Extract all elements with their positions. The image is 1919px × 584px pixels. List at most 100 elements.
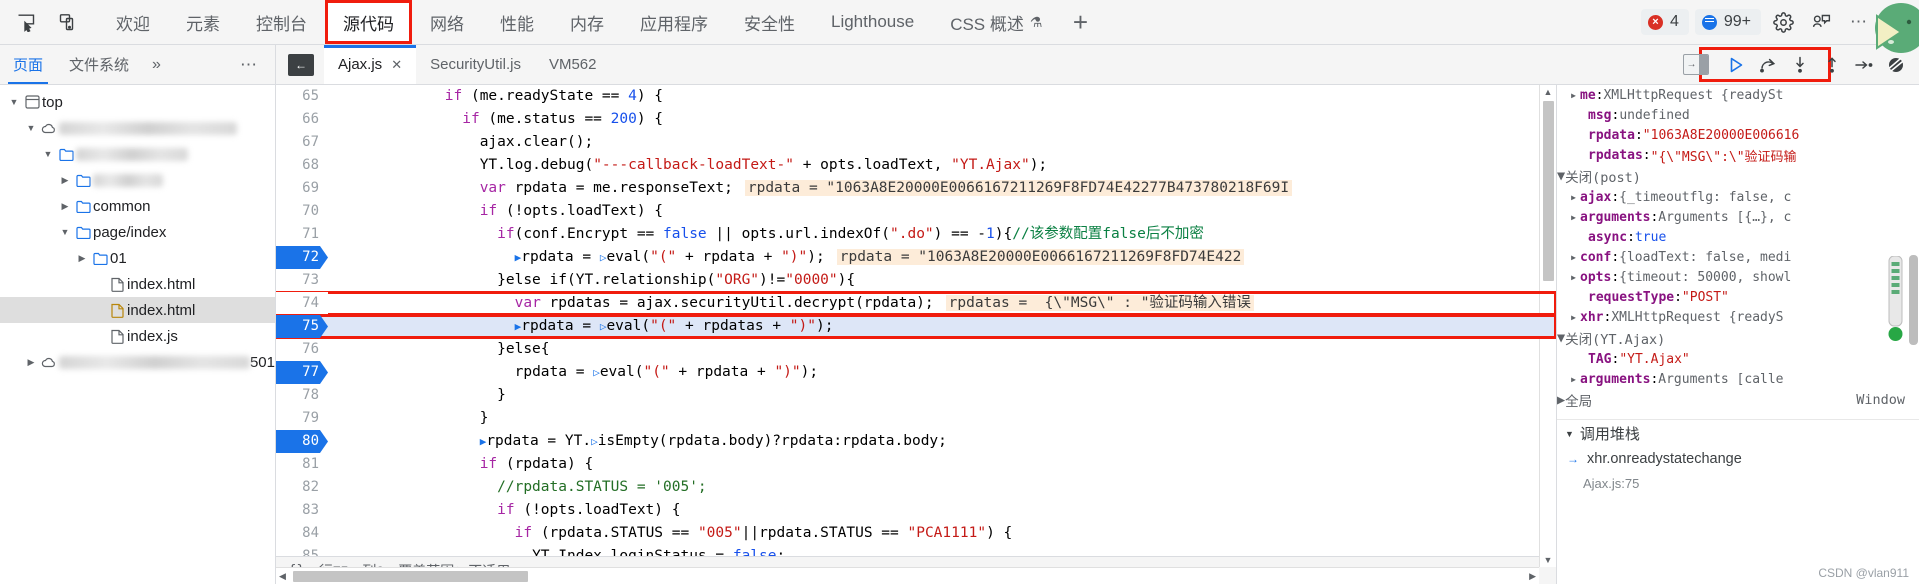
scope-property-row[interactable]: rpdatas: "{\"MSG\":\"验证码输 — [1557, 145, 1919, 165]
chevron-right-icon[interactable]: ▶ — [1557, 392, 1565, 408]
tree-item[interactable]: ▶ 01 — [0, 245, 275, 271]
breakpoint-marker[interactable]: 75 — [276, 315, 328, 338]
message-count-badge[interactable]: 99+ — [1694, 9, 1761, 35]
line-number[interactable]: 69 — [276, 177, 328, 200]
navigate-back-icon[interactable]: ← — [288, 53, 314, 76]
chevron-right-icon[interactable]: ▶ — [57, 201, 73, 212]
line-number[interactable]: 70 — [276, 200, 328, 223]
horizontal-scroll-thumb[interactable] — [292, 570, 528, 582]
scope-group-global[interactable]: ▶ 全局 Window — [1557, 389, 1919, 411]
chevron-right-icon[interactable]: ▶ — [23, 357, 39, 368]
line-number[interactable]: 68 — [276, 154, 328, 177]
editor-tab-securityutil-js[interactable]: SecurityUtil.js — [416, 45, 535, 84]
tab-lighthouse[interactable]: Lighthouse — [813, 0, 932, 44]
sidebar-scroll-thumb[interactable] — [1909, 255, 1918, 345]
scope-property-row[interactable]: ▶ opts: {timeout: 50000, showl — [1557, 267, 1919, 287]
expand-arrow-icon[interactable]: ▶ — [1567, 91, 1580, 100]
scope-property-row[interactable]: ▶ me: XMLHttpRequest {readySt — [1557, 85, 1919, 105]
scope-group-closure-ytajax[interactable]: ▼ 关闭(YT.Ajax) — [1557, 327, 1919, 349]
line-number[interactable]: 81 — [276, 453, 328, 476]
call-stack-frame[interactable]: Ajax.js:75 — [1557, 471, 1919, 495]
inspect-element-icon[interactable] — [12, 8, 40, 36]
call-stack-frame[interactable]: → xhr.onreadystatechange — [1557, 447, 1919, 471]
code-line[interactable]: 68 YT.log.debug("---callback-loadText-" … — [276, 154, 1556, 177]
code-line[interactable]: 72 ▶rpdata = ▷eval("(" + rpdata + ")"); r… — [276, 246, 1556, 269]
tree-item[interactable]: index.js — [0, 323, 275, 349]
chevron-down-icon[interactable]: ▼ — [1557, 330, 1565, 346]
deactivate-breakpoints-button[interactable] — [1881, 50, 1911, 80]
line-number[interactable]: 65 — [276, 85, 328, 108]
expand-arrow-icon[interactable]: ▶ — [1567, 375, 1580, 384]
code-line[interactable]: 75 ▶rpdata = ▷eval("(" + rpdatas + ")"); — [276, 314, 1556, 339]
scroll-right-icon[interactable]: ▶ — [1526, 571, 1539, 582]
tab-elements[interactable]: 元素 — [168, 0, 238, 44]
line-number[interactable]: 84 — [276, 522, 328, 545]
scroll-left-icon[interactable]: ◀ — [276, 571, 289, 582]
tab-console[interactable]: 控制台 — [238, 0, 325, 44]
editor-horizontal-scrollbar[interactable]: ◀ ▶ — [276, 567, 1539, 584]
scope-property-row[interactable]: async: true — [1557, 227, 1919, 247]
tab-security[interactable]: 安全性 — [726, 0, 813, 44]
code-line[interactable]: 82 //rpdata.STATUS = '005'; — [276, 476, 1556, 499]
scope-group-closure-post[interactable]: ▼ 关闭(post) — [1557, 165, 1919, 187]
tab-memory[interactable]: 内存 — [552, 0, 622, 44]
tab-performance[interactable]: 性能 — [482, 0, 552, 44]
scope-property-row[interactable]: ▶ ajax: {_timeoutflg: false, c — [1557, 187, 1919, 207]
code-line[interactable]: 80 ▶rpdata = YT.▷isEmpty(rpdata.body)?rp… — [276, 430, 1556, 453]
tree-item[interactable]: ▼ page/index — [0, 219, 275, 245]
expand-arrow-icon[interactable]: ▶ — [1567, 253, 1580, 262]
feedback-icon[interactable] — [1805, 6, 1837, 38]
line-number[interactable]: 78 — [276, 384, 328, 407]
expand-arrow-icon[interactable]: ▶ — [1567, 193, 1580, 202]
expand-arrow-icon[interactable]: ▶ — [1567, 313, 1580, 322]
tab-sources[interactable]: 源代码 — [325, 0, 412, 44]
line-number[interactable]: 85 — [276, 545, 328, 556]
code-line[interactable]: 81 if (rpdata) { — [276, 453, 1556, 476]
code-line[interactable]: 66 if (me.status == 200) { — [276, 108, 1556, 131]
tree-item[interactable]: ▶ — [0, 167, 275, 193]
step-into-next-function-call-button[interactable] — [1785, 50, 1815, 80]
scope-property-row[interactable]: ▶ arguments: Arguments [{…}, c — [1557, 207, 1919, 227]
breakpoint-marker[interactable]: 77 — [276, 361, 328, 384]
code-line[interactable]: 65 if (me.readyState == 4) { — [276, 85, 1556, 108]
editor-tab-vm562[interactable]: VM562 — [535, 45, 611, 84]
navigator-tab-filesystem[interactable]: 文件系统 — [56, 45, 142, 84]
tab-css-overview[interactable]: CSS 概述 ⚗ — [932, 0, 1060, 44]
error-count-badge[interactable]: × 4 — [1640, 9, 1689, 35]
sidebar-scrollbar[interactable] — [1908, 85, 1919, 584]
scroll-up-icon[interactable]: ▲ — [1544, 85, 1553, 99]
tree-item[interactable]: ▶ 501 — [0, 349, 275, 375]
navigator-overflow-icon[interactable]: » — [142, 56, 171, 74]
editor-tab-ajax-js[interactable]: Ajax.js ✕ — [324, 45, 417, 84]
breakpoint-marker[interactable]: 80 — [276, 430, 328, 453]
line-number[interactable]: 71 — [276, 223, 328, 246]
expand-arrow-icon[interactable]: ▶ — [1567, 273, 1580, 282]
line-number[interactable]: 74 — [276, 292, 328, 315]
line-number[interactable]: 82 — [276, 476, 328, 499]
scope-property-row[interactable]: ▶ arguments: Arguments [calle — [1557, 369, 1919, 389]
navigator-tab-page[interactable]: 页面 — [0, 45, 56, 84]
line-number[interactable]: 83 — [276, 499, 328, 522]
add-panel-button[interactable]: + — [1060, 0, 1100, 44]
code-line[interactable]: 79 } — [276, 407, 1556, 430]
scroll-down-icon[interactable]: ▼ — [1544, 553, 1553, 567]
line-number[interactable]: 76 — [276, 338, 328, 361]
resume-script-execution-button[interactable] — [1721, 50, 1751, 80]
code-line[interactable]: 70 if (!opts.loadText) { — [276, 200, 1556, 223]
scope-property-row[interactable]: requestType: "POST" — [1557, 287, 1919, 307]
line-number[interactable]: 67 — [276, 131, 328, 154]
breakpoint-marker[interactable]: 72 — [276, 246, 328, 269]
step-over-next-function-call-button[interactable] — [1753, 50, 1783, 80]
toggle-debugger-sidebar-button[interactable]: → — [1683, 54, 1709, 75]
chevron-down-icon[interactable]: ▼ — [57, 227, 73, 237]
navigator-more-options-icon[interactable]: ⋯ — [224, 55, 275, 75]
tree-item[interactable]: index.html — [0, 271, 275, 297]
chevron-right-icon[interactable]: ▶ — [57, 175, 73, 186]
expand-arrow-icon[interactable]: ▶ — [1567, 213, 1580, 222]
vertical-scroll-thumb[interactable] — [1542, 101, 1554, 281]
line-number[interactable]: 73 — [276, 269, 328, 292]
toggle-device-toolbar-icon[interactable] — [54, 8, 82, 36]
code-line[interactable]: 85 YT.Index.loginStatus = false; — [276, 545, 1556, 556]
tab-welcome[interactable]: 欢迎 — [98, 0, 168, 44]
close-devtools-icon[interactable]: ✕ — [1881, 6, 1913, 38]
